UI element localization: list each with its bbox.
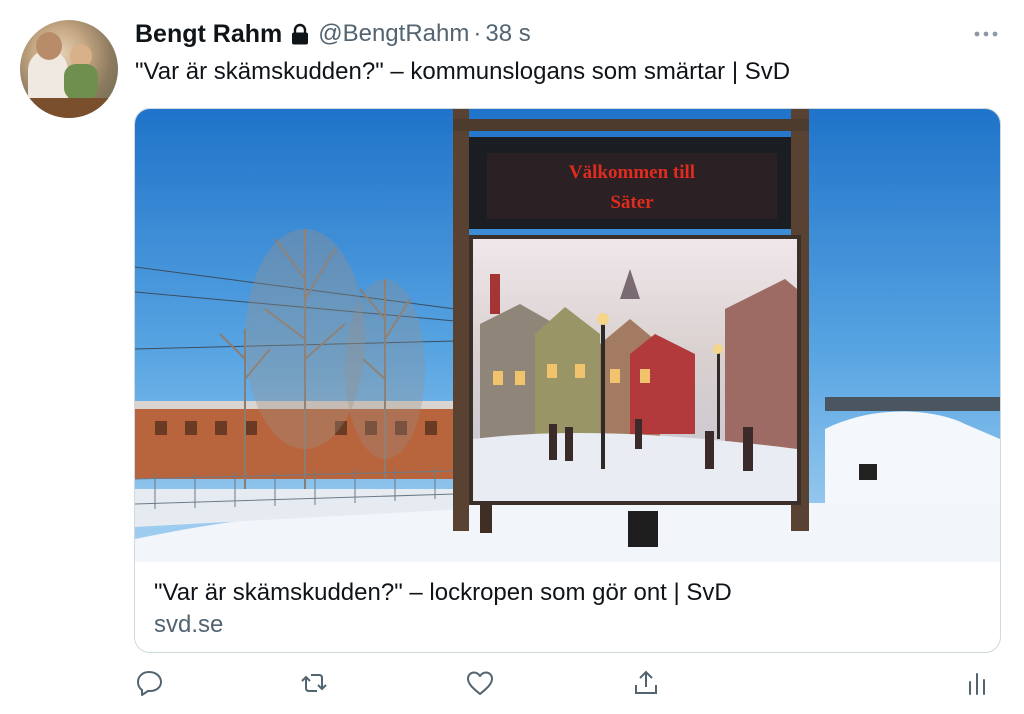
- analytics-icon[interactable]: [962, 668, 992, 698]
- avatar[interactable]: [20, 20, 118, 118]
- reply-icon[interactable]: [135, 668, 165, 698]
- tweet-timestamp[interactable]: 38 s: [485, 20, 530, 48]
- author-handle[interactable]: @BengtRahm: [318, 20, 469, 48]
- sign-line-2: Säter: [610, 192, 654, 213]
- card-title[interactable]: "Var är skämskudden?" – lockropen som gö…: [154, 579, 732, 607]
- tweet-header: Bengt Rahm @BengtRahm · 38 s: [135, 17, 531, 51]
- lock-icon: [290, 23, 310, 45]
- link-card[interactable]: Välkommen till Säter "Var är skämskudden…: [134, 108, 1001, 653]
- author-name[interactable]: Bengt Rahm: [135, 20, 282, 49]
- tweet-text: "Var är skämskudden?" – kommunslogans so…: [135, 58, 791, 85]
- tweet-actions: [134, 668, 1000, 700]
- like-icon[interactable]: [465, 668, 495, 698]
- more-options-icon[interactable]: [972, 24, 1000, 44]
- separator-dot: ·: [473, 20, 482, 47]
- card-image: Välkommen till Säter: [135, 109, 1000, 562]
- sign-line-1: Välkommen till: [569, 162, 695, 183]
- card-domain[interactable]: svd.se: [154, 611, 223, 639]
- retweet-icon[interactable]: [299, 668, 329, 698]
- share-icon[interactable]: [631, 668, 661, 698]
